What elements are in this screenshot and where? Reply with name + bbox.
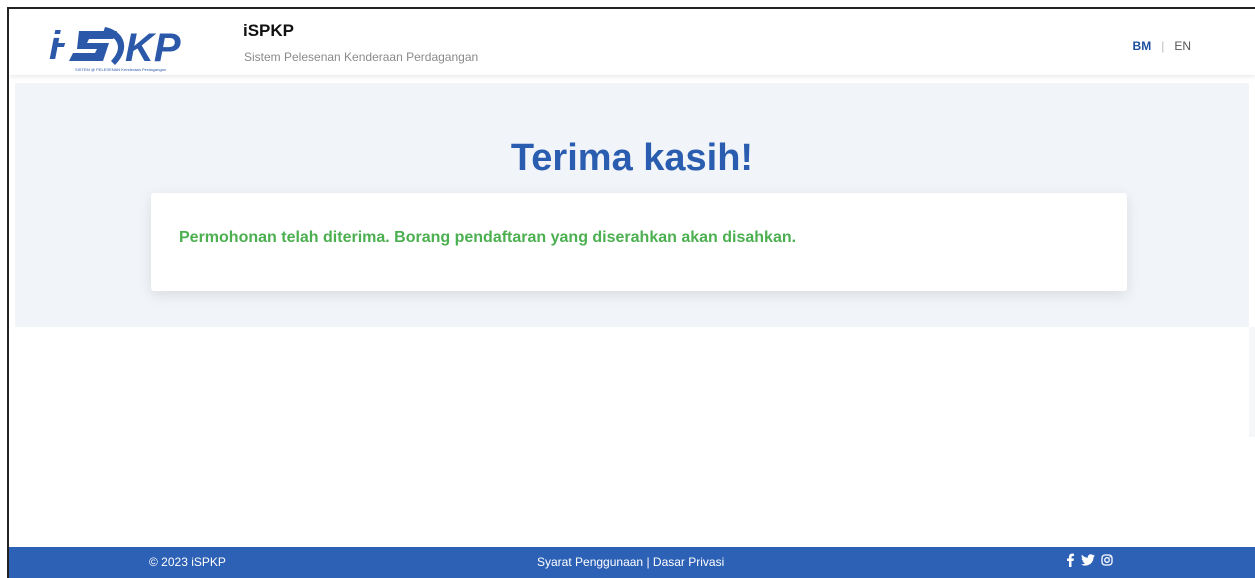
footer-copyright: © 2023 iSPKP <box>149 555 226 569</box>
site-header: i KP SISTEM @ PELESENAN Kenderaan Perdag… <box>9 9 1255 75</box>
privacy-link[interactable]: Dasar Privasi <box>653 555 724 569</box>
instagram-icon[interactable] <box>1101 554 1113 566</box>
ispkp-logo[interactable]: i KP SISTEM @ PELESENAN Kenderaan Perdag… <box>47 21 229 73</box>
site-subtitle: Sistem Pelesenan Kenderaan Perdagangan <box>244 50 479 64</box>
thank-you-heading: Terima kasih! <box>510 137 754 179</box>
ispkp-logo-graphic: i KP SISTEM @ PELESENAN Kenderaan Perdag… <box>49 24 181 72</box>
svg-text:KP: KP <box>125 26 181 70</box>
site-footer: © 2023 iSPKP Syarat Penggunaan | Dasar P… <box>9 547 1255 578</box>
lang-en-link[interactable]: EN <box>1174 39 1191 53</box>
lang-bm-link[interactable]: BM <box>1133 39 1152 53</box>
lang-separator: | <box>1161 39 1165 53</box>
confirmation-message: Permohonan telah diterima. Borang pendaf… <box>179 229 797 246</box>
logo-tagline-text: SISTEM @ PELESENAN Kenderaan Perdagangan <box>75 67 166 72</box>
confirmation-card: Permohonan telah diterima. Borang pendaf… <box>151 193 1127 291</box>
facebook-icon[interactable] <box>1065 553 1075 567</box>
footer-links: Syarat Penggunaan | Dasar Privasi <box>537 555 724 569</box>
social-links <box>1065 553 1113 567</box>
terms-link[interactable]: Syarat Penggunaan <box>537 555 643 569</box>
footer-link-divider: | <box>646 555 650 569</box>
scrollbar-track[interactable] <box>1249 327 1255 437</box>
confirmation-section: Terima kasih! Permohonan telah diterima.… <box>15 83 1249 327</box>
language-switcher: BM | EN <box>1133 39 1191 53</box>
browser-frame: i KP SISTEM @ PELESENAN Kenderaan Perdag… <box>7 7 1255 578</box>
site-title: iSPKP <box>243 21 295 40</box>
twitter-icon[interactable] <box>1081 554 1095 566</box>
